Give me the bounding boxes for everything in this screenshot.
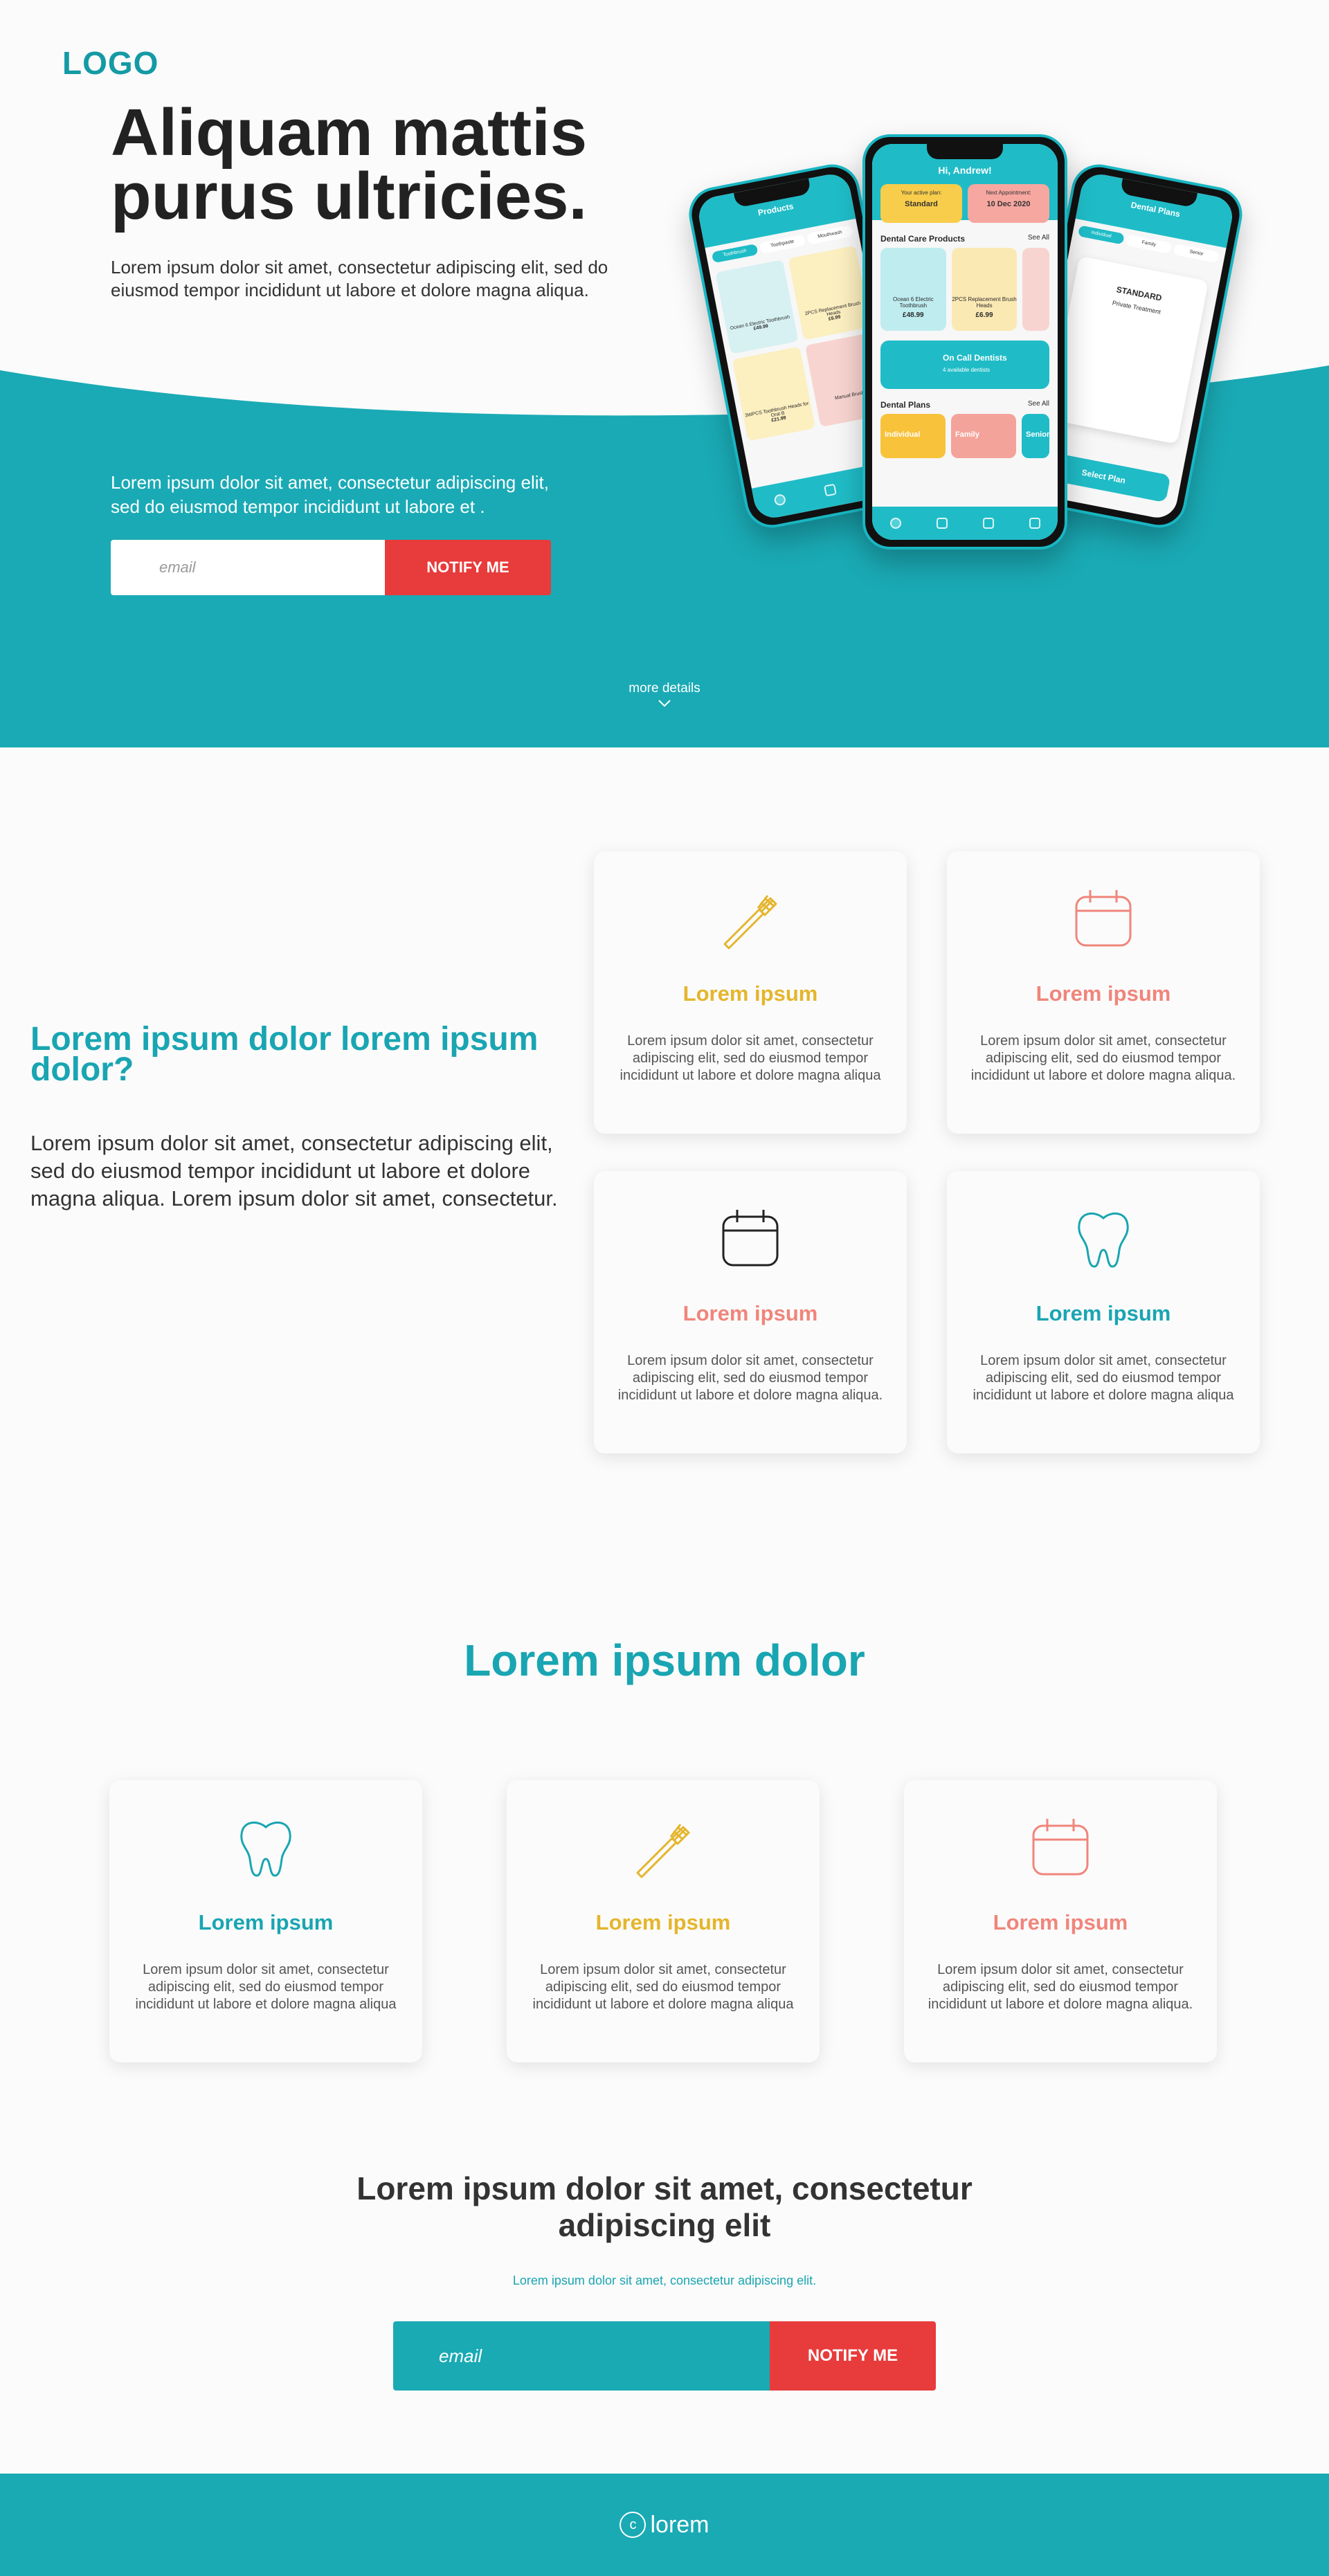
hero-subtitle-secondary: Lorem ipsum dolor sit amet, consectetur …: [111, 472, 549, 517]
tab-toothpaste: Toothpaste: [759, 234, 806, 254]
plans-heading: Dental Plans See All: [880, 400, 1049, 410]
feature-card: Lorem ipsum Lorem ipsum dolor sit amet, …: [594, 1171, 907, 1453]
hero-email-input[interactable]: [111, 540, 385, 595]
cta-signup-form: NOTIFY ME: [393, 2321, 936, 2391]
phone-screen: Hi, Andrew! Your active plan: Standard Ne…: [872, 144, 1058, 540]
features-title: Lorem ipsum dolor lorem ipsum dolor?: [30, 1021, 539, 1088]
feature-card-text: Lorem ipsum dolor sit amet, consectetur …: [970, 1033, 1236, 1083]
plan-senior: Senior: [1022, 414, 1049, 458]
calendar-icon: [1032, 1819, 1089, 1876]
hero-subtitle: Lorem ipsum dolor sit amet, consectetur …: [111, 257, 608, 300]
features-text: Lorem ipsum dolor sit amet, consectetur …: [30, 1131, 558, 1210]
tooth-icon: [240, 1821, 291, 1877]
tab-individual: Individual: [1077, 225, 1125, 245]
service-card: Lorem ipsum Lorem ipsum dolor sit amet, …: [904, 1780, 1217, 2062]
service-card: Lorem ipsum Lorem ipsum dolor sit amet, …: [109, 1780, 422, 2062]
cta-title: Lorem ipsum dolor sit amet, consectetur …: [356, 2170, 973, 2243]
plan-card-standard: STANDARD Private Treatment: [1047, 255, 1209, 444]
service-card-text: Lorem ipsum dolor sit amet, consectetur …: [135, 1962, 397, 2012]
section2-title: Lorem ipsum dolor: [464, 1635, 865, 1685]
service-card-title: Lorem ipsum: [993, 1910, 1128, 1934]
tab-toothbrush: Toothbrush: [711, 243, 759, 264]
product-card: [1022, 248, 1049, 331]
tooth-icon: [1078, 1212, 1129, 1268]
toothbrush-icon: [723, 895, 777, 950]
feature-card-title: Lorem ipsum: [682, 1301, 818, 1325]
tab-family: Family: [1125, 234, 1173, 254]
tab-mouthwash: Mouthwash: [806, 225, 854, 245]
service-card-text: Lorem ipsum dolor sit amet, consectetur …: [928, 1962, 1193, 2012]
active-plan-card: Your active plan: Standard: [880, 184, 962, 223]
feature-card-title: Lorem ipsum: [1036, 981, 1171, 1006]
service-card: Lorem ipsum Lorem ipsum dolor sit amet, …: [507, 1780, 820, 2062]
appointment-card: Next Appointment: 10 Dec 2020: [968, 184, 1049, 223]
calendar-icon: [1075, 890, 1132, 947]
service-card-title: Lorem ipsum: [595, 1910, 731, 1934]
phone-mockup-home: Hi, Andrew! Your active plan: Standard Ne…: [862, 134, 1067, 550]
chevron-down-icon: [658, 700, 671, 707]
plans-row: Individual Family Senior: [872, 414, 1058, 458]
status-cards: Your active plan: Standard Next Appointme…: [872, 184, 1058, 223]
hero-signup-form: NOTIFY ME: [111, 540, 551, 595]
footer-text: lorem: [650, 2511, 709, 2538]
feature-card: Lorem ipsum Lorem ipsum dolor sit amet, …: [594, 851, 907, 1134]
hero-section: LOGO Aliquam mattis purus ultricies. Lor…: [0, 0, 1329, 747]
copyright-icon: c: [620, 2512, 647, 2538]
hero-title: Aliquam mattis purus ultricies.: [111, 96, 588, 233]
product-card: 3WPCS Toothbrush Heads for Oral B £21.99: [732, 346, 815, 442]
tab-senior: Senior: [1173, 243, 1220, 264]
oncall-dentists-banner: On Call Dentists 4 available dentists: [880, 341, 1049, 389]
more-details-link[interactable]: more details: [595, 681, 734, 707]
product-card: 2PCS Replacement Brush Heads £6.99: [788, 245, 871, 341]
products-heading: Dental Care Products See All: [880, 234, 1049, 244]
service-card-text: Lorem ipsum dolor sit amet, consectetur …: [532, 1962, 794, 2012]
calendar-icon: [722, 1210, 779, 1267]
service-card-title: Lorem ipsum: [198, 1910, 334, 1934]
feature-card-title: Lorem ipsum: [1036, 1301, 1171, 1325]
feature-card-title: Lorem ipsum: [682, 981, 818, 1006]
toothbrush-icon: [636, 1824, 690, 1878]
cta-notify-button[interactable]: NOTIFY ME: [770, 2321, 936, 2391]
feature-card-text: Lorem ipsum dolor sit amet, consectetur …: [973, 1353, 1234, 1403]
plan-individual: Individual: [880, 414, 946, 458]
logo[interactable]: LOGO: [62, 44, 159, 82]
feature-card-text: Lorem ipsum dolor sit amet, consectetur …: [620, 1033, 881, 1083]
more-details-label: more details: [629, 681, 700, 696]
product-card: Ocean 6 Electric Toothbrush £49.99: [715, 260, 799, 354]
phone-tabbar: [872, 507, 1058, 540]
plan-family: Family: [951, 414, 1016, 458]
products-row: Ocean 6 Electric Toothbrush £48.99 2PCS R…: [872, 248, 1058, 331]
feature-card: Lorem ipsum Lorem ipsum dolor sit amet, …: [947, 851, 1260, 1134]
cta-subtitle: Lorem ipsum dolor sit amet, consectetur …: [512, 2274, 817, 2287]
cta-email-input[interactable]: [393, 2321, 770, 2391]
product-card: 2PCS Replacement Brush Heads £6.99: [951, 248, 1018, 331]
feature-card-text: Lorem ipsum dolor sit amet, consectetur …: [617, 1353, 883, 1403]
hero-notify-button[interactable]: NOTIFY ME: [385, 540, 551, 595]
footer: c lorem: [0, 2474, 1329, 2576]
feature-card: Lorem ipsum Lorem ipsum dolor sit amet, …: [947, 1171, 1260, 1453]
product-card: Ocean 6 Electric Toothbrush £48.99: [880, 248, 946, 331]
